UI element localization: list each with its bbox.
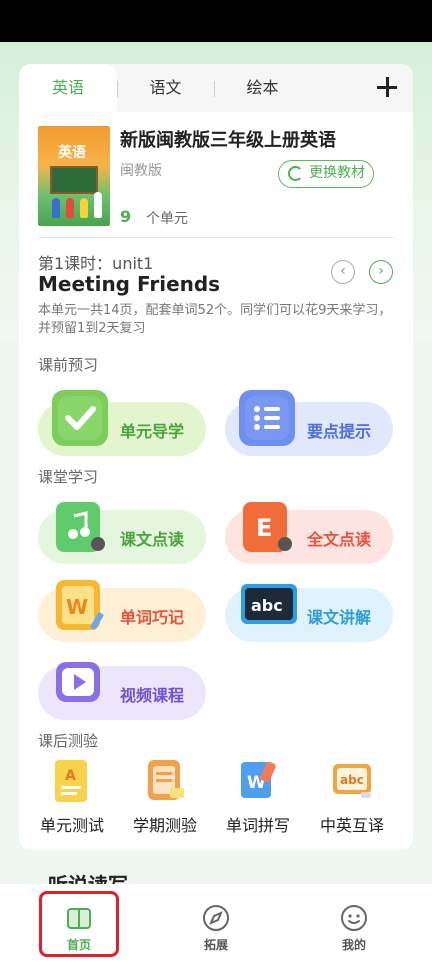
text-click-read-button[interactable]: 课文点读	[38, 502, 206, 564]
tab-chinese[interactable]: 语文	[117, 64, 214, 112]
add-subject-icon[interactable]	[373, 73, 401, 101]
cover-figure	[94, 192, 102, 218]
nav-profile[interactable]: 我的	[314, 884, 394, 964]
lesson-title: Meeting Friends	[38, 272, 221, 296]
nav-profile-label: 我的	[341, 938, 366, 952]
section-pre-class: 课前预习	[38, 356, 99, 374]
text-explanation-button[interactable]: abc 课文讲解	[225, 584, 393, 642]
text-explanation-label: 课文讲解	[307, 608, 372, 627]
word-spelling-button[interactable]: W 单词拼写	[213, 758, 303, 838]
book-title: 新版闽教版三年级上册英语	[120, 130, 336, 151]
tab-english[interactable]: 英语	[19, 64, 117, 112]
key-points-label: 要点提示	[307, 422, 372, 441]
translation-button[interactable]: abc 中英互译	[307, 758, 397, 838]
semester-quiz-label: 学期测验	[132, 816, 197, 835]
letter-a-paper-icon: A	[51, 758, 93, 804]
letter-e-pen-icon: E	[239, 498, 295, 554]
letter-w-pencil-icon: W	[52, 576, 108, 632]
main-card: 英语 语文 绘本 英语 新版闽教版三年级上册英语 闽教版 更换教材 9 个单元 …	[19, 64, 413, 850]
unit-test-button[interactable]: A 单元测试	[27, 758, 117, 838]
abc-blackboard-icon: abc	[239, 576, 297, 632]
unit-count: 9	[120, 207, 132, 226]
cover-title: 英语	[58, 145, 86, 161]
change-textbook-button[interactable]: 更换教材	[278, 160, 374, 188]
status-bar	[0, 0, 432, 42]
svg-text:W: W	[66, 595, 88, 619]
unit-guide-label: 单元导学	[120, 422, 185, 441]
divider	[38, 237, 394, 238]
word-memory-button[interactable]: W 单词巧记	[38, 580, 206, 642]
svg-text:abc: abc	[340, 773, 364, 787]
semester-quiz-button[interactable]: 学期测验	[120, 758, 210, 838]
cover-blackboard	[50, 166, 98, 194]
full-text-read-label: 全文点读	[307, 530, 372, 549]
full-text-read-button[interactable]: E 全文点读	[225, 502, 393, 564]
music-note-pen-icon	[52, 498, 108, 554]
book-publisher: 闽教版	[120, 163, 162, 179]
nav-explore[interactable]: 拓展	[176, 884, 256, 964]
abc-board-icon: abc	[331, 758, 373, 804]
svg-text:abc: abc	[251, 596, 283, 615]
video-play-icon	[52, 654, 108, 710]
compass-icon	[202, 904, 230, 932]
lesson-description: 本单元一共14页，配套单词52个。同学们可以花9天来学习，并预留1到2天复习	[38, 303, 392, 336]
translation-label: 中英互译	[319, 816, 384, 835]
nav-explore-label: 拓展	[203, 938, 228, 952]
video-course-button[interactable]: 视频课程	[38, 662, 206, 720]
lesson-number: 第1课时：unit1	[38, 254, 154, 273]
word-spelling-label: 单词拼写	[225, 816, 290, 835]
text-click-read-label: 课文点读	[120, 530, 185, 549]
tab-picture-book[interactable]: 绘本	[214, 64, 311, 112]
key-points-button[interactable]: 要点提示	[225, 390, 393, 456]
section-peek-title: 听说读写	[48, 872, 128, 884]
section-post-class: 课后测验	[38, 732, 99, 750]
notepad-icon	[144, 758, 186, 804]
cover-figure	[52, 198, 60, 218]
svg-text:A: A	[65, 768, 76, 784]
highlight-annotation	[39, 891, 119, 957]
prev-lesson-icon[interactable]: ‹	[331, 260, 355, 284]
refresh-icon	[288, 166, 303, 181]
book-cover-image[interactable]: 英语	[38, 126, 110, 226]
checkmark-book-icon	[52, 390, 108, 446]
change-textbook-label: 更换教材	[309, 165, 365, 181]
svg-text:E: E	[256, 514, 272, 542]
next-lesson-icon[interactable]: ›	[369, 260, 393, 284]
list-icon	[239, 390, 295, 446]
smiley-icon	[340, 904, 368, 932]
unit-test-label: 单元测试	[39, 816, 104, 835]
cover-figure	[66, 198, 74, 218]
subject-tabs: 英语 语文 绘本	[19, 64, 413, 112]
cover-figure	[80, 198, 88, 218]
letter-w-eraser-icon: W	[237, 758, 279, 804]
section-in-class: 课堂学习	[38, 468, 99, 486]
unit-label: 个单元	[146, 211, 188, 227]
unit-guide-button[interactable]: 单元导学	[38, 390, 206, 456]
word-memory-label: 单词巧记	[120, 608, 185, 627]
video-course-label: 视频课程	[120, 686, 185, 705]
